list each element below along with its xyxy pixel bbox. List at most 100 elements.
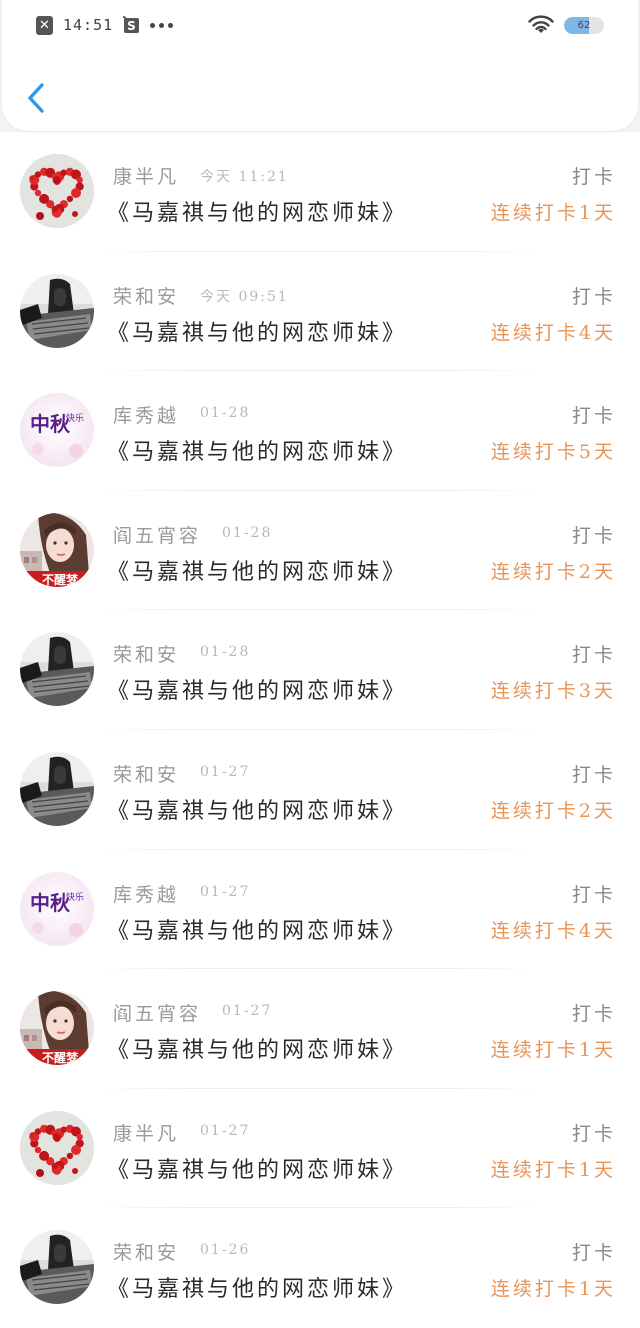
checkin-label: 打卡: [571, 166, 616, 188]
streak-text: 连续打卡1天: [490, 202, 616, 224]
checkin-list: 康半凡 今天 11:21 《马嘉祺与他的网恋师妹》 打卡 连续打卡1天 荣和安 …: [0, 132, 640, 1328]
status-bar-right: 62: [528, 12, 604, 38]
post-time: 今天 11:21: [200, 169, 289, 185]
svg-text:S: S: [127, 19, 136, 33]
avatar-image: [20, 1110, 94, 1185]
avatar-image: [20, 751, 94, 826]
user-name: 荣和安: [113, 285, 180, 308]
list-item[interactable]: 荣和安 01-28 《马嘉祺与他的网恋师妹》 打卡 连续打卡3天: [0, 610, 640, 730]
status-bar-left: ✕ 14:51 S: [36, 12, 174, 38]
avatar-image: [20, 154, 94, 228]
user-name: 阎五宵容: [113, 1003, 202, 1026]
post-time: 01-27: [222, 1003, 273, 1020]
user-name: 库秀越: [113, 405, 180, 428]
avatar-bw[interactable]: [20, 273, 94, 348]
avatar-image: 不醒梦: [20, 512, 94, 587]
list-item[interactable]: 康半凡 01-27 《马嘉祺与他的网恋师妹》 打卡 连续打卡1天: [0, 1089, 640, 1209]
post-time: 01-28: [222, 524, 273, 541]
user-name: 康半凡: [113, 166, 180, 188]
book-title: 《马嘉祺与他的网恋师妹》: [107, 918, 408, 944]
checkin-label: 打卡: [571, 1122, 616, 1145]
avatar-heart[interactable]: [20, 1110, 94, 1185]
avatar-bw[interactable]: [20, 751, 94, 826]
user-name: 阎五宵容: [113, 524, 202, 547]
svg-text:不醒梦: 不醒梦: [42, 1050, 79, 1065]
checkin-label: 打卡: [571, 1242, 616, 1265]
streak-text: 连续打卡4天: [490, 919, 616, 942]
more-notifications-icon: [150, 22, 174, 28]
checkin-label: 打卡: [571, 644, 616, 667]
checkin-label: 打卡: [571, 285, 616, 308]
list-item[interactable]: 康半凡 今天 11:21 《马嘉祺与他的网恋师妹》 打卡 连续打卡1天: [0, 132, 640, 252]
avatar-bw[interactable]: [20, 632, 94, 707]
avatar-bw[interactable]: [20, 1230, 94, 1305]
avatar-image: [20, 632, 94, 707]
book-title: 《马嘉祺与他的网恋师妹》: [107, 559, 408, 585]
book-title: 《马嘉祺与他的网恋师妹》: [107, 1038, 408, 1064]
streak-text: 连续打卡2天: [490, 560, 616, 583]
streak-text: 连续打卡5天: [490, 441, 616, 464]
user-name: 康半凡: [113, 1122, 180, 1145]
back-button[interactable]: [20, 76, 56, 120]
post-time: 01-28: [200, 644, 251, 661]
battery-percentage: 62: [577, 19, 591, 31]
post-time: 01-27: [200, 763, 251, 780]
svg-text:快乐: 快乐: [66, 891, 84, 903]
svg-text:快乐: 快乐: [66, 412, 84, 424]
streak-text: 连续打卡2天: [490, 799, 616, 822]
top-area: ✕ 14:51 S 62: [0, 0, 640, 132]
post-time: 01-28: [200, 405, 251, 422]
user-name: 库秀越: [113, 883, 180, 906]
svg-text:中秋: 中秋: [30, 412, 71, 436]
post-time: 01-27: [200, 883, 251, 900]
avatar-mid-autumn[interactable]: 中秋 快乐: [20, 871, 94, 946]
book-title: 《马嘉祺与他的网恋师妹》: [107, 679, 408, 705]
post-time: 01-26: [200, 1242, 251, 1259]
status-time: 14:51: [63, 16, 114, 34]
checkin-label: 打卡: [571, 883, 616, 906]
list-item[interactable]: 荣和安 今天 09:51 《马嘉祺与他的网恋师妹》 打卡 连续打卡4天: [0, 252, 640, 372]
chevron-left-icon: [28, 83, 44, 113]
streak-text: 连续打卡3天: [490, 680, 616, 703]
user-name: 荣和安: [113, 1242, 180, 1265]
checkin-label: 打卡: [571, 405, 616, 428]
avatar-image: 中秋 快乐: [20, 393, 94, 468]
user-name: 荣和安: [113, 644, 180, 667]
list-item[interactable]: 荣和安 01-27 《马嘉祺与他的网恋师妹》 打卡 连续打卡2天: [0, 730, 640, 850]
streak-text: 连续打卡1天: [490, 1158, 616, 1181]
streak-text: 连续打卡1天: [490, 1278, 616, 1301]
screenshot-icon: S: [123, 15, 140, 33]
book-title: 《马嘉祺与他的网恋师妹》: [107, 440, 408, 466]
wifi-icon: [528, 15, 554, 33]
list-item[interactable]: 不醒梦 阎五宵容 01-28 《马嘉祺与他的网恋师妹》 打卡 连续打卡2天: [0, 491, 640, 611]
user-name: 荣和安: [113, 763, 180, 786]
post-time: 01-27: [200, 1122, 251, 1139]
avatar-image: 不醒梦: [20, 991, 94, 1066]
list-item[interactable]: 中秋 快乐 库秀越 01-27 《马嘉祺与他的网恋师妹》 打卡 连续打卡4天: [0, 850, 640, 970]
list-item[interactable]: 荣和安 01-26 《马嘉祺与他的网恋师妹》 打卡 连续打卡1天: [0, 1208, 640, 1328]
book-title: 《马嘉祺与他的网恋师妹》: [107, 1157, 408, 1183]
book-title: 《马嘉祺与他的网恋师妹》: [107, 1277, 408, 1303]
avatar-image: [20, 273, 94, 348]
checkin-label: 打卡: [571, 524, 616, 547]
list-item[interactable]: 不醒梦 阎五宵容 01-27 《马嘉祺与他的网恋师妹》 打卡 连续打卡1天: [0, 969, 640, 1089]
close-notification-icon: ✕: [36, 15, 53, 35]
avatar-image: 中秋 快乐: [20, 871, 94, 946]
checkin-label: 打卡: [571, 763, 616, 786]
avatar-mid-autumn[interactable]: 中秋 快乐: [20, 393, 94, 468]
post-time: 今天 09:51: [200, 288, 289, 305]
list-item[interactable]: 中秋 快乐 库秀越 01-28 《马嘉祺与他的网恋师妹》 打卡 连续打卡5天: [0, 371, 640, 491]
checkin-label: 打卡: [571, 1003, 616, 1026]
svg-text:不醒梦: 不醒梦: [42, 572, 79, 587]
battery-icon: 62: [564, 16, 604, 34]
avatar-heart[interactable]: [20, 154, 94, 228]
streak-text: 连续打卡1天: [490, 1039, 616, 1062]
svg-text:中秋: 中秋: [30, 891, 71, 915]
status-bar: ✕ 14:51 S 62: [2, 0, 640, 50]
book-title: 《马嘉祺与他的网恋师妹》: [107, 798, 408, 824]
avatar-girl[interactable]: 不醒梦: [20, 512, 94, 587]
book-title: 《马嘉祺与他的网恋师妹》: [107, 201, 408, 226]
avatar-girl[interactable]: 不醒梦: [20, 991, 94, 1066]
streak-text: 连续打卡4天: [490, 321, 616, 344]
avatar-image: [20, 1230, 94, 1305]
